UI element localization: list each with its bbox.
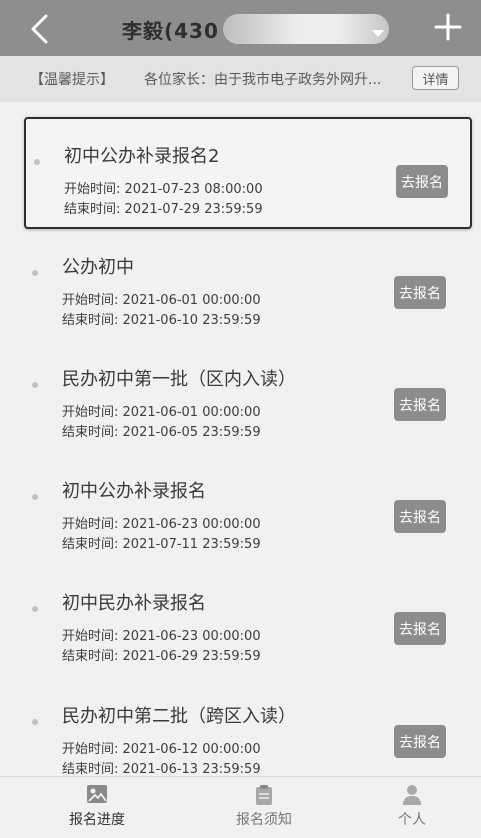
enroll-button[interactable]: 去报名 — [394, 725, 446, 758]
top-bar: 李毅(430 — [0, 0, 481, 56]
list-item[interactable]: 初中民办补录报名 开始时间: 2021-06-23 00:00:00 结束时间:… — [24, 566, 468, 674]
item-title: 初中公办补录报名2 — [64, 146, 220, 167]
bullet-icon — [32, 494, 38, 500]
tab-notice[interactable]: 报名须知 — [204, 777, 324, 838]
enroll-button[interactable]: 去报名 — [394, 500, 446, 533]
plus-icon — [434, 13, 462, 41]
bullet-icon — [32, 606, 38, 612]
back-button[interactable] — [24, 12, 58, 46]
student-selector[interactable]: 李毅(430 — [122, 14, 389, 44]
end-time-label: 结束时间: — [62, 537, 119, 552]
start-time-value: 2021-06-01 00:00:00 — [122, 405, 261, 420]
end-time: 结束时间: 2021-07-11 23:59:59 — [62, 533, 261, 552]
notice-tag: 【温馨提示】 — [30, 72, 114, 88]
start-time-label: 开始时间: — [62, 517, 119, 532]
caret-down-icon — [372, 30, 384, 37]
start-time: 开始时间: 2021-06-01 00:00:00 — [62, 289, 261, 308]
start-time-label: 开始时间: — [64, 182, 121, 197]
dropdown-toggle[interactable] — [372, 23, 384, 42]
item-title: 民办初中第一批（区内入读） — [62, 369, 296, 390]
end-time-value: 2021-06-29 23:59:59 — [122, 649, 261, 664]
end-time-value: 2021-07-11 23:59:59 — [122, 537, 261, 552]
start-time-value: 2021-06-01 00:00:00 — [122, 293, 261, 308]
start-time-label: 开始时间: — [62, 293, 119, 308]
end-time-label: 结束时间: — [62, 649, 119, 664]
end-time: 结束时间: 2021-06-05 23:59:59 — [62, 421, 261, 440]
start-time-value: 2021-06-23 00:00:00 — [122, 517, 261, 532]
start-time: 开始时间: 2021-06-01 00:00:00 — [62, 401, 261, 420]
item-title: 公办初中 — [62, 257, 134, 278]
end-time-value: 2021-06-05 23:59:59 — [122, 425, 261, 440]
enrollment-list: 初中公办补录报名2 开始时间: 2021-07-23 08:00:00 结束时间… — [0, 104, 481, 776]
end-time-value: 2021-06-10 23:59:59 — [122, 313, 261, 328]
end-time-label: 结束时间: — [62, 762, 119, 776]
enroll-button[interactable]: 去报名 — [396, 165, 448, 198]
bullet-icon — [32, 382, 38, 388]
item-title: 民办初中第二批（跨区入读） — [62, 706, 296, 727]
notice-bar: 【温馨提示】 各位家长：由于我市电子政务外网升... 详情 — [0, 56, 481, 102]
tab-personal[interactable]: 个人 — [352, 777, 472, 838]
enroll-button[interactable]: 去报名 — [394, 276, 446, 309]
tab-progress-label: 报名进度 — [69, 812, 125, 828]
add-button[interactable] — [433, 12, 463, 42]
redacted-id — [222, 14, 389, 44]
start-time-value: 2021-07-23 08:00:00 — [124, 182, 263, 197]
list-item[interactable]: 初中公办补录报名 开始时间: 2021-06-23 00:00:00 结束时间:… — [24, 454, 468, 562]
clipboard-icon — [256, 785, 272, 805]
list-item[interactable]: 公办初中 开始时间: 2021-06-01 00:00:00 结束时间: 202… — [24, 230, 468, 338]
start-time: 开始时间: 2021-07-23 08:00:00 — [64, 178, 263, 197]
end-time-value: 2021-06-13 23:59:59 — [122, 762, 261, 776]
start-time: 开始时间: 2021-06-23 00:00:00 — [62, 513, 261, 532]
start-time: 开始时间: 2021-06-12 00:00:00 — [62, 738, 261, 757]
page-title: 李毅(430 — [122, 18, 219, 43]
start-time-value: 2021-06-12 00:00:00 — [122, 742, 261, 757]
notice-text[interactable]: 各位家长：由于我市电子政务外网升... — [144, 69, 404, 89]
end-time: 结束时间: 2021-06-13 23:59:59 — [62, 758, 261, 776]
enroll-button[interactable]: 去报名 — [394, 612, 446, 645]
end-time: 结束时间: 2021-07-29 23:59:59 — [64, 198, 263, 217]
tab-personal-label: 个人 — [398, 812, 426, 828]
start-time-label: 开始时间: — [62, 629, 119, 644]
tab-notice-label: 报名须知 — [236, 812, 292, 828]
enroll-button[interactable]: 去报名 — [394, 388, 446, 421]
end-time: 结束时间: 2021-06-29 23:59:59 — [62, 645, 261, 664]
start-time-value: 2021-06-23 00:00:00 — [122, 629, 261, 644]
bottom-nav: 报名进度 报名须知 个人 — [0, 776, 481, 838]
list-item[interactable]: 民办初中第二批（跨区入读） 开始时间: 2021-06-12 00:00:00 … — [24, 679, 468, 776]
item-title: 初中公办补录报名 — [62, 481, 206, 502]
start-time: 开始时间: 2021-06-23 00:00:00 — [62, 625, 261, 644]
start-time-label: 开始时间: — [62, 742, 119, 757]
end-time-label: 结束时间: — [64, 202, 121, 217]
end-time-label: 结束时间: — [62, 425, 119, 440]
chevron-left-icon — [31, 14, 48, 44]
tab-progress[interactable]: 报名进度 — [37, 777, 157, 838]
detail-button[interactable]: 详情 — [412, 66, 459, 90]
item-title: 初中民办补录报名 — [62, 593, 206, 614]
end-time-label: 结束时间: — [62, 313, 119, 328]
list-item[interactable]: 初中公办补录报名2 开始时间: 2021-07-23 08:00:00 结束时间… — [24, 117, 472, 229]
image-icon — [87, 785, 107, 803]
list-item[interactable]: 民办初中第一批（区内入读） 开始时间: 2021-06-01 00:00:00 … — [24, 342, 468, 450]
end-time-value: 2021-07-29 23:59:59 — [124, 202, 263, 217]
bullet-icon — [32, 719, 38, 725]
bullet-icon — [34, 159, 40, 165]
start-time-label: 开始时间: — [62, 405, 119, 420]
end-time: 结束时间: 2021-06-10 23:59:59 — [62, 309, 261, 328]
person-icon — [403, 785, 421, 805]
bullet-icon — [32, 270, 38, 276]
